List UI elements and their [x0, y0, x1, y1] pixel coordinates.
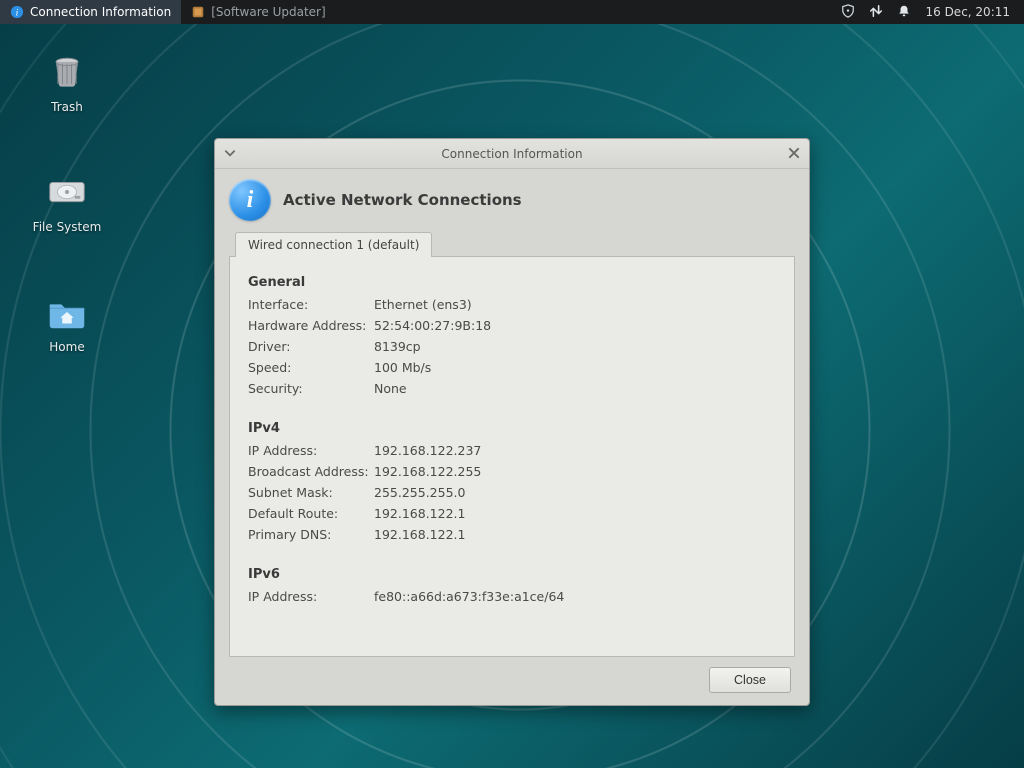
value-hardware-address: 52:54:00:27:9B:18 — [374, 315, 491, 336]
section-title-ipv4: IPv4 — [248, 421, 776, 436]
desktop-icon-label: Home — [22, 340, 112, 354]
label-interface: Interface: — [248, 294, 374, 315]
dialog-heading: Active Network Connections — [283, 191, 522, 209]
connections-notebook: Wired connection 1 (default) General Int… — [229, 231, 795, 657]
svg-text:i: i — [16, 8, 19, 19]
panel-clock[interactable]: 16 Dec, 20:11 — [925, 5, 1012, 19]
drive-icon — [43, 168, 91, 216]
tab-wired-connection-1[interactable]: Wired connection 1 (default) — [235, 232, 432, 257]
connection-information-window: Connection Information i Active Network … — [214, 138, 810, 706]
ipv6-table: IP Address: fe80::a66d:a673:f33e:a1ce/64 — [248, 586, 564, 607]
taskbar-item-software-updater[interactable]: [Software Updater] — [181, 0, 335, 24]
ipv4-table: IP Address: 192.168.122.237 Broadcast Ad… — [248, 440, 481, 545]
value-speed: 100 Mb/s — [374, 357, 491, 378]
taskbar-item-label: [Software Updater] — [211, 5, 325, 19]
label-security: Security: — [248, 378, 374, 399]
label-broadcast-address: Broadcast Address: — [248, 461, 374, 482]
desktop-icon-label: Trash — [22, 100, 112, 114]
label-ipv6-address: IP Address: — [248, 586, 374, 607]
home-folder-icon — [43, 288, 91, 336]
window-menu-icon[interactable] — [223, 146, 237, 160]
value-subnet-mask: 255.255.255.0 — [374, 482, 481, 503]
value-ipv6-address: fe80::a66d:a673:f33e:a1ce/64 — [374, 586, 564, 607]
label-subnet-mask: Subnet Mask: — [248, 482, 374, 503]
desktop-icon-trash[interactable]: Trash — [22, 48, 112, 114]
label-hardware-address: Hardware Address: — [248, 315, 374, 336]
desktop-icon-home[interactable]: Home — [22, 288, 112, 354]
info-icon: i — [229, 179, 271, 221]
window-title: Connection Information — [441, 147, 582, 161]
section-title-ipv6: IPv6 — [248, 567, 776, 582]
network-icon[interactable] — [869, 4, 883, 21]
notification-bell-icon[interactable] — [897, 4, 911, 21]
value-default-route: 192.168.122.1 — [374, 503, 481, 524]
updater-icon — [191, 5, 205, 19]
label-primary-dns: Primary DNS: — [248, 524, 374, 545]
close-icon[interactable] — [787, 146, 801, 160]
system-tray: 16 Dec, 20:11 — [829, 4, 1024, 21]
shield-icon[interactable] — [841, 4, 855, 21]
tab-label: Wired connection 1 (default) — [248, 238, 419, 252]
value-primary-dns: 192.168.122.1 — [374, 524, 481, 545]
taskbar-item-label: Connection Information — [30, 5, 171, 19]
value-broadcast-address: 192.168.122.255 — [374, 461, 481, 482]
label-ipv4-address: IP Address: — [248, 440, 374, 461]
trash-icon — [43, 48, 91, 96]
desktop-icon-file-system[interactable]: File System — [22, 168, 112, 234]
label-driver: Driver: — [248, 336, 374, 357]
section-title-general: General — [248, 275, 776, 290]
top-panel: i Connection Information [Software Updat… — [0, 0, 1024, 24]
close-button[interactable]: Close — [709, 667, 791, 693]
value-interface: Ethernet (ens3) — [374, 294, 491, 315]
window-titlebar[interactable]: Connection Information — [215, 139, 809, 169]
desktop-icon-label: File System — [22, 220, 112, 234]
label-speed: Speed: — [248, 357, 374, 378]
value-security: None — [374, 378, 491, 399]
value-driver: 8139cp — [374, 336, 491, 357]
taskbar-item-connection-information[interactable]: i Connection Information — [0, 0, 181, 24]
tab-content: General Interface: Ethernet (ens3) Hardw… — [229, 256, 795, 657]
close-button-label: Close — [734, 673, 766, 687]
label-default-route: Default Route: — [248, 503, 374, 524]
general-table: Interface: Ethernet (ens3) Hardware Addr… — [248, 294, 491, 399]
value-ipv4-address: 192.168.122.237 — [374, 440, 481, 461]
info-icon: i — [10, 5, 24, 19]
